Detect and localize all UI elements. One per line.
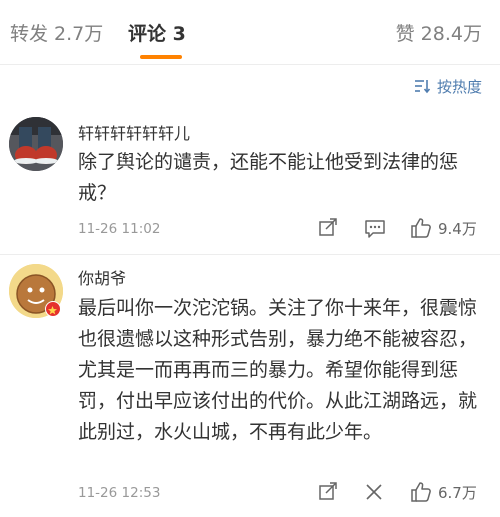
comment-time: 11-26 11:02 xyxy=(78,221,161,237)
comment-text: 最后叫你一次沱沱锅。关注了你十来年，很震惊也很遗憾以这种形式告别，暴力绝不能被容… xyxy=(78,297,478,443)
comment-tabs: 转发 2.7万 评论 3 赞 28.4万 xyxy=(0,0,500,66)
share-button[interactable] xyxy=(318,218,338,238)
comment-username[interactable]: 你胡爷 xyxy=(78,269,126,289)
divider xyxy=(0,254,500,255)
avatar[interactable] xyxy=(9,117,63,171)
verified-badge-icon xyxy=(45,301,61,317)
comment-icon xyxy=(365,220,385,238)
tab-likes[interactable]: 赞 28.4万 xyxy=(396,22,482,46)
close-icon xyxy=(366,484,382,500)
dislike-button[interactable] xyxy=(364,482,384,502)
like-count: 6.7万 xyxy=(438,483,477,502)
sort-label: 按热度 xyxy=(436,77,482,96)
tab-repost[interactable]: 转发 2.7万 xyxy=(10,22,103,46)
thumbs-up-icon xyxy=(411,218,431,238)
tab-comments[interactable]: 评论 3 xyxy=(128,22,186,46)
divider xyxy=(0,64,500,65)
sort-by-heat-button[interactable]: 按热度 xyxy=(414,76,482,96)
share-icon xyxy=(319,218,337,236)
sort-icon xyxy=(414,78,432,94)
like-button[interactable]: 6.7万 xyxy=(410,481,477,503)
like-button[interactable]: 9.4万 xyxy=(410,217,477,239)
comment-text: 除了舆论的谴责，还能不能让他受到法律的惩戒？ xyxy=(78,151,459,204)
comment-time: 11-26 12:53 xyxy=(78,485,161,501)
reply-button[interactable] xyxy=(364,219,386,239)
share-icon xyxy=(319,482,337,500)
active-tab-indicator xyxy=(140,55,182,59)
comment-username[interactable]: 轩轩轩轩轩轩儿 xyxy=(78,124,190,144)
share-button[interactable] xyxy=(318,482,338,502)
thumbs-up-icon xyxy=(411,482,431,502)
like-count: 9.4万 xyxy=(438,219,477,238)
